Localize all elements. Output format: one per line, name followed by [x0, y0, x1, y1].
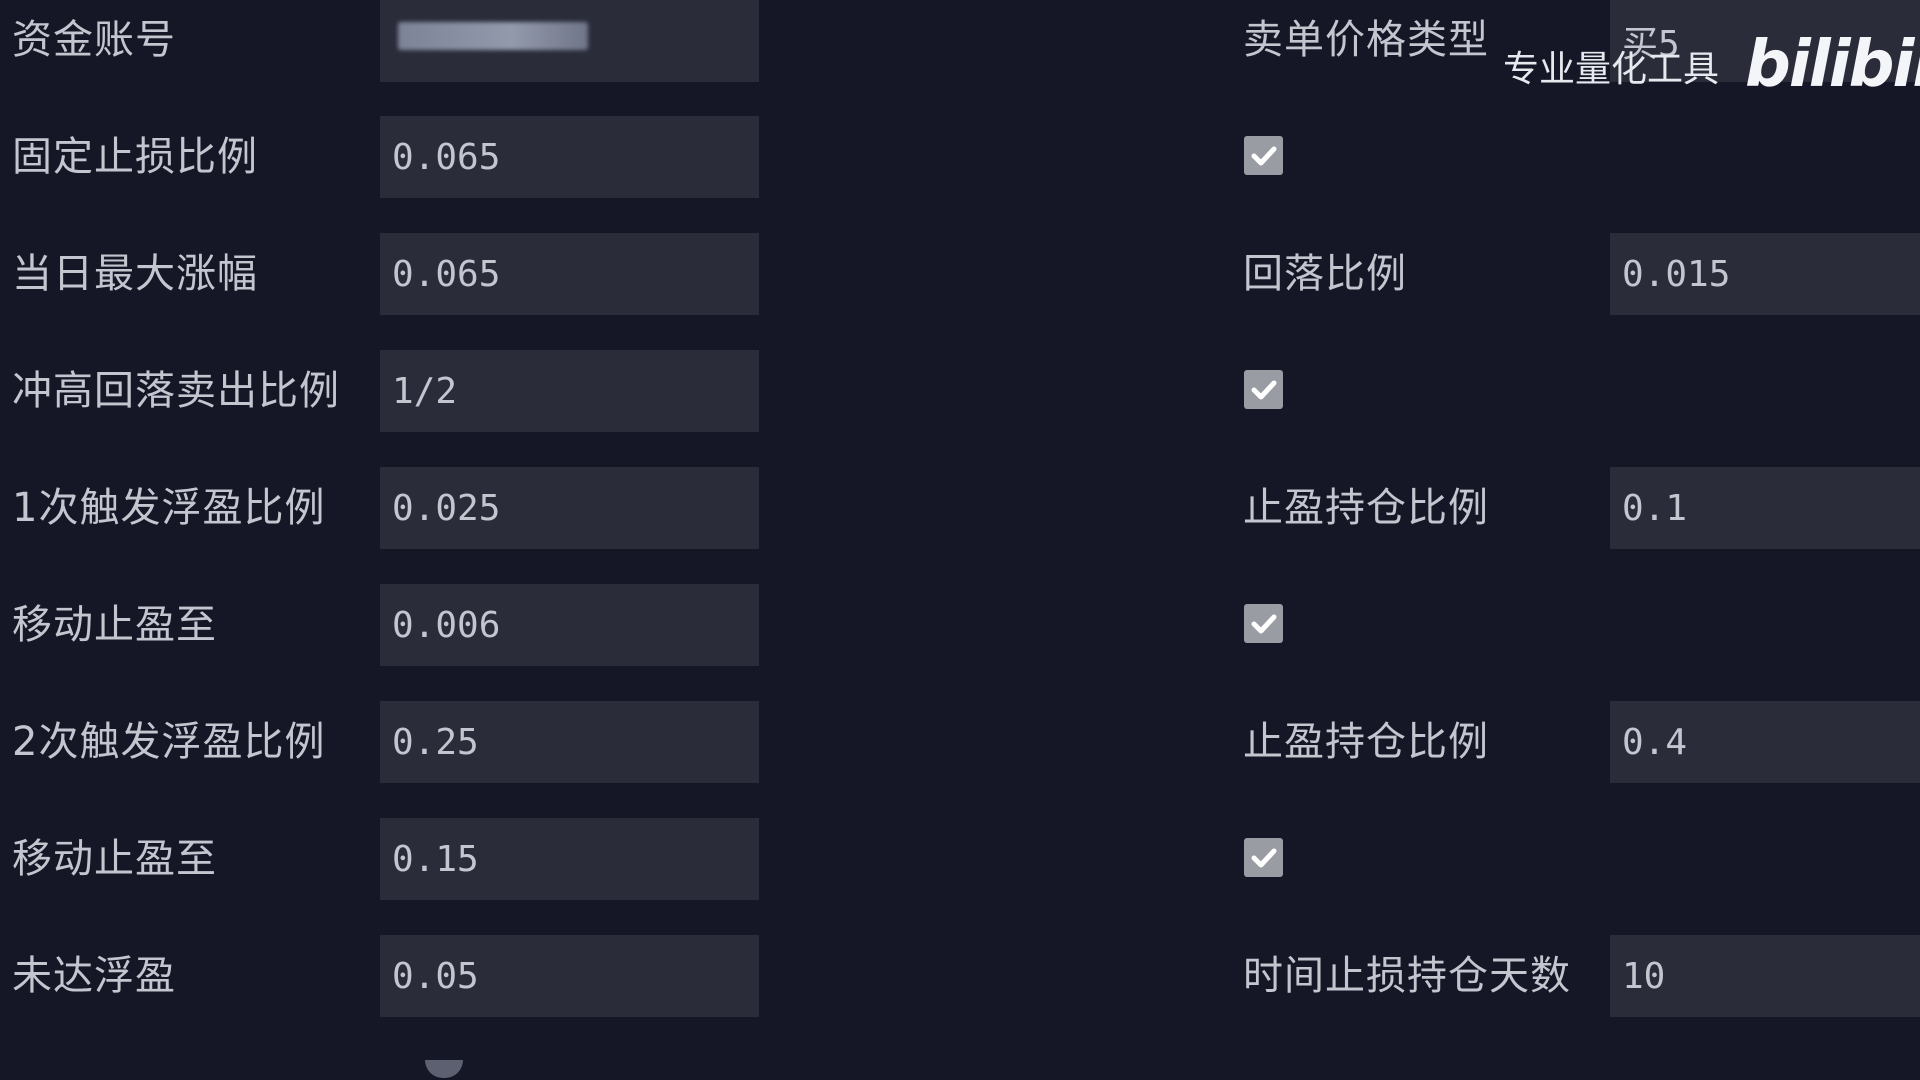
check-icon — [1251, 614, 1276, 633]
time-stop-days-label: 时间止损持仓天数 — [1243, 953, 1571, 999]
checkbox-4[interactable] — [1244, 838, 1283, 877]
fund-account-label: 资金账号 — [12, 17, 176, 63]
checkbox-3[interactable] — [1244, 604, 1283, 643]
spike-pullback-sell-ratio-label: 冲高回落卖出比例 — [12, 368, 340, 414]
daily-max-gain-label: 当日最大涨幅 — [12, 251, 258, 297]
trailing-take-profit-2-value: 0.15 — [392, 838, 479, 880]
sell-price-type-label: 卖单价格类型 — [1243, 17, 1489, 63]
checkbox-2[interactable] — [1244, 370, 1283, 409]
masked-account-value — [398, 22, 588, 50]
scroll-indicator[interactable] — [425, 1060, 463, 1078]
profit-not-reached-value: 0.05 — [392, 955, 479, 997]
take-profit-position-ratio-1-input[interactable]: 0.1 — [1610, 467, 1920, 549]
take-profit-position-ratio-2-input[interactable]: 0.4 — [1610, 701, 1920, 783]
pullback-ratio-input[interactable]: 0.015 — [1610, 233, 1920, 315]
pullback-ratio-value: 0.015 — [1622, 253, 1731, 295]
check-icon — [1251, 848, 1276, 867]
watermark-text: 专业量化工具 — [1503, 49, 1720, 90]
second-trigger-profit-ratio-value: 0.25 — [392, 721, 479, 763]
checkbox-1[interactable] — [1244, 136, 1283, 175]
fixed-stop-loss-ratio-label: 固定止损比例 — [12, 134, 258, 180]
pullback-ratio-label: 回落比例 — [1243, 251, 1407, 297]
check-icon — [1251, 380, 1276, 399]
time-stop-days-input[interactable]: 10 — [1610, 935, 1920, 1017]
first-trigger-profit-ratio-input[interactable]: 0.025 — [380, 467, 759, 549]
first-trigger-profit-ratio-value: 0.025 — [392, 487, 501, 529]
spike-pullback-sell-ratio-value: 1/2 — [392, 370, 458, 412]
settings-panel: 资金账号 固定止损比例 当日最大涨幅 冲高回落卖出比例 1次触发浮盈比例 移动止… — [0, 0, 1920, 1080]
take-profit-position-ratio-1-value: 0.1 — [1622, 487, 1688, 529]
second-trigger-profit-ratio-label: 2次触发浮盈比例 — [12, 719, 326, 765]
take-profit-position-ratio-1-label: 止盈持仓比例 — [1243, 485, 1489, 531]
trailing-take-profit-1-value: 0.006 — [392, 604, 501, 646]
take-profit-position-ratio-2-label: 止盈持仓比例 — [1243, 719, 1489, 765]
first-trigger-profit-ratio-label: 1次触发浮盈比例 — [12, 485, 326, 531]
profit-not-reached-input[interactable]: 0.05 — [380, 935, 759, 1017]
trailing-take-profit-1-label: 移动止盈至 — [12, 602, 217, 648]
time-stop-days-value: 10 — [1622, 955, 1666, 997]
fund-account-input[interactable] — [380, 0, 759, 82]
second-trigger-profit-ratio-input[interactable]: 0.25 — [380, 701, 759, 783]
check-icon — [1251, 146, 1276, 165]
daily-max-gain-value: 0.065 — [392, 253, 501, 295]
take-profit-position-ratio-2-value: 0.4 — [1622, 721, 1688, 763]
profit-not-reached-label: 未达浮盈 — [12, 953, 176, 999]
trailing-take-profit-1-input[interactable]: 0.006 — [380, 584, 759, 666]
daily-max-gain-input[interactable]: 0.065 — [380, 233, 759, 315]
fixed-stop-loss-ratio-input[interactable]: 0.065 — [380, 116, 759, 198]
bilibili-logo: bilibili — [1745, 28, 1920, 102]
spike-pullback-sell-ratio-input[interactable]: 1/2 — [380, 350, 759, 432]
trailing-take-profit-2-input[interactable]: 0.15 — [380, 818, 759, 900]
fixed-stop-loss-ratio-value: 0.065 — [392, 136, 501, 178]
trailing-take-profit-2-label: 移动止盈至 — [12, 836, 217, 882]
